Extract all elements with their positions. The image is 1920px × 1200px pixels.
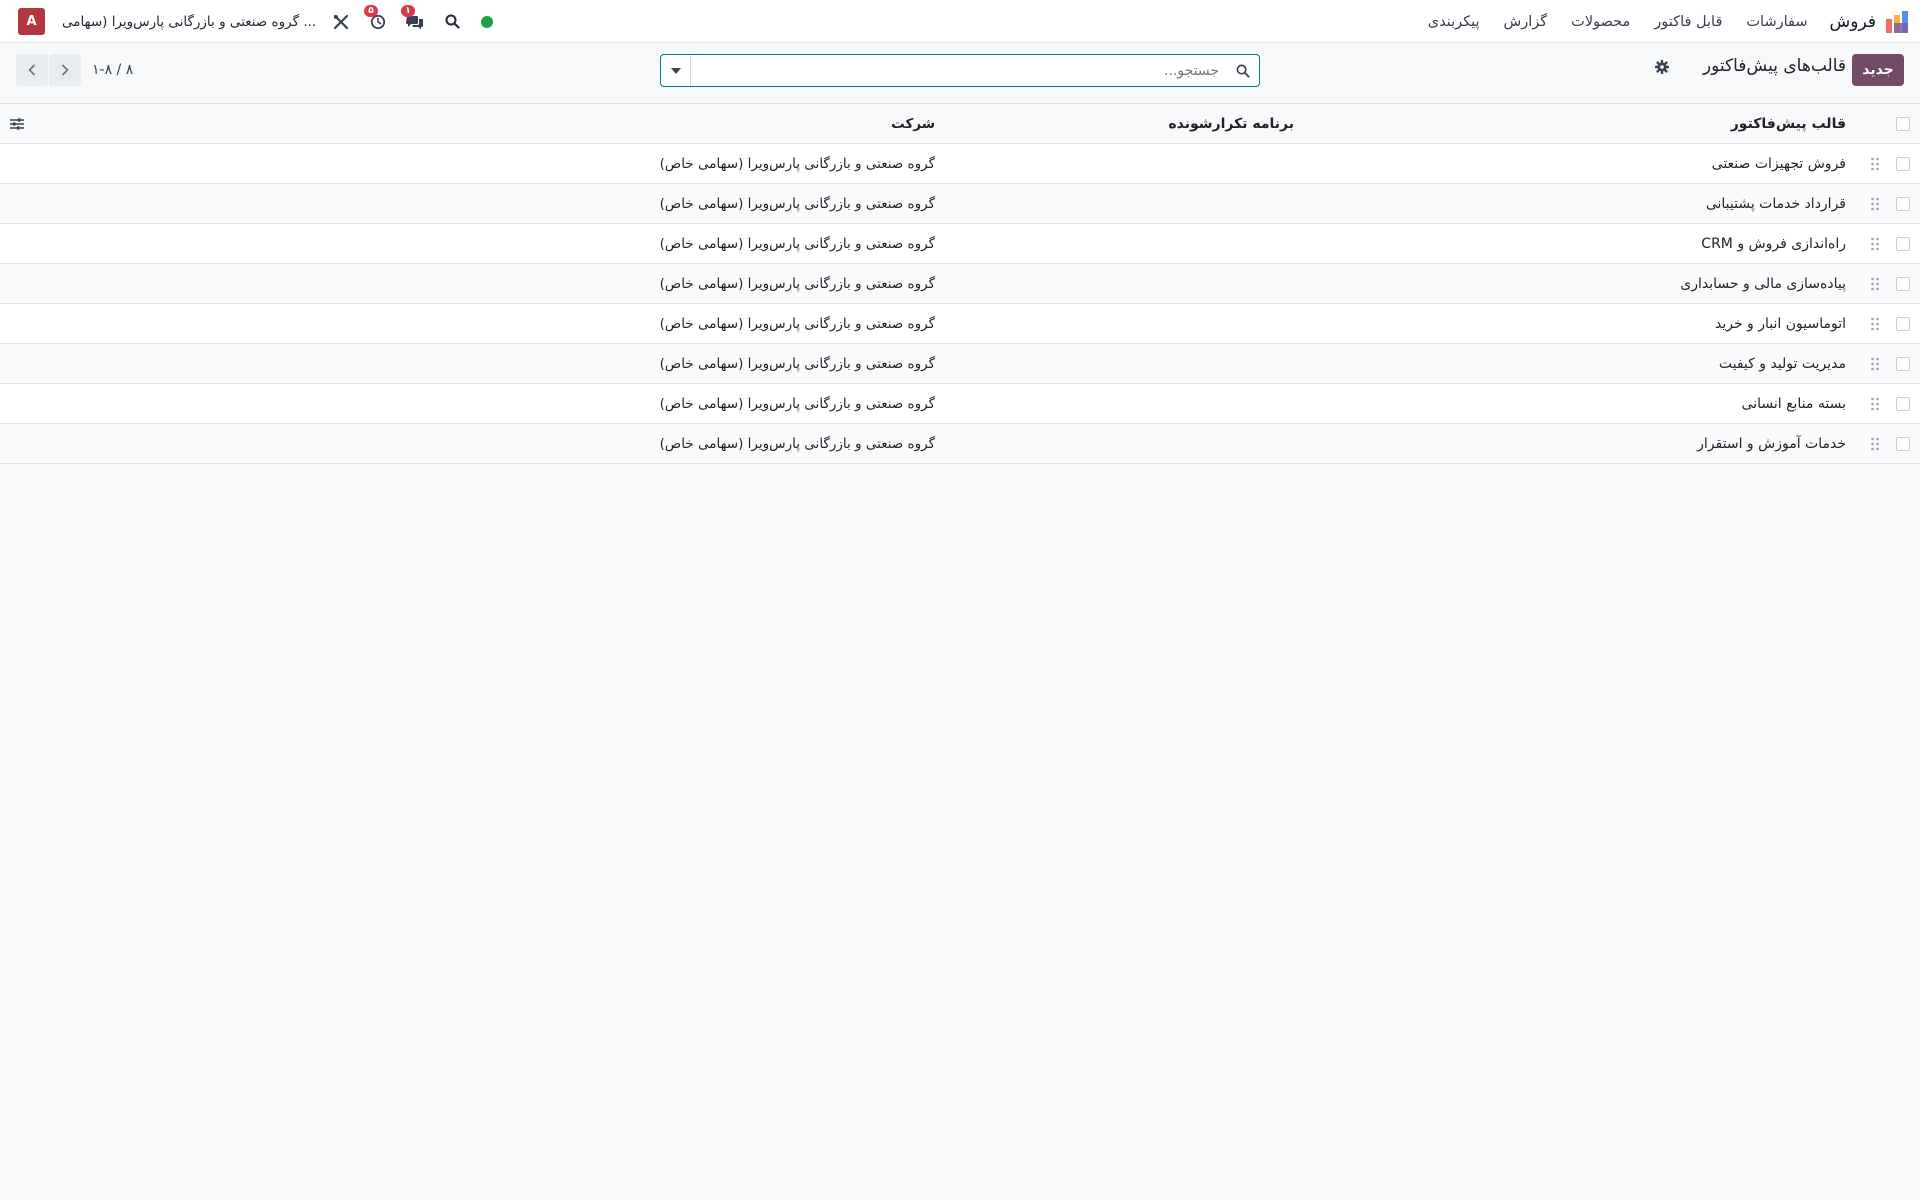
menu-configuration[interactable]: پیکربندی: [1428, 14, 1480, 30]
tools-icon[interactable]: [330, 11, 352, 33]
table-row[interactable]: مدیریت تولید و کیفیت گروه صنعتی و بازرگان…: [0, 344, 1920, 384]
row-checkbox[interactable]: [1896, 197, 1910, 211]
template-name-cell[interactable]: اتوماسیون انبار و خرید: [1715, 304, 1846, 344]
company-switcher[interactable]: گروه صنعتی و بازرگانی پارس‌ویرا (سهامی .…: [62, 14, 316, 30]
menu-orders[interactable]: سفارشات: [1746, 14, 1807, 30]
row-checkbox[interactable]: [1896, 157, 1910, 171]
template-name-cell[interactable]: فروش تجهیزات صنعتی: [1712, 144, 1846, 184]
quotation-templates-list: قالب پیش‌فاکتور برنامه تکرارشونده شرکت ف…: [0, 103, 1920, 464]
chevron-left-icon: [28, 64, 36, 76]
table-row[interactable]: راه‌اندازی فروش و CRM گروه صنعتی و بازرگا…: [0, 224, 1920, 264]
app-name[interactable]: فروش: [1830, 12, 1876, 32]
table-body: فروش تجهیزات صنعتی گروه صنعتی و بازرگانی …: [0, 144, 1920, 464]
table-row[interactable]: قرارداد خدمات پشتیبانی گروه صنعتی و بازرگ…: [0, 184, 1920, 224]
pager-previous-button[interactable]: [49, 54, 81, 86]
company-cell[interactable]: گروه صنعتی و بازرگانی پارس‌ویرا (سهامی خ…: [660, 144, 935, 184]
template-name-cell[interactable]: بسته منابع انسانی: [1742, 384, 1846, 424]
presence-status-icon: [481, 15, 494, 28]
search-icon[interactable]: [441, 11, 463, 33]
page-title: قالب‌های پیش‌فاکتور: [1702, 56, 1846, 76]
table-header-row: قالب پیش‌فاکتور برنامه تکرارشونده شرکت: [0, 104, 1920, 144]
drag-handle-icon[interactable]: [1870, 224, 1880, 264]
column-header-company[interactable]: شرکت: [891, 104, 935, 144]
drag-handle-icon[interactable]: [1870, 264, 1880, 304]
template-name-cell[interactable]: خدمات آموزش و استقرار: [1697, 424, 1846, 464]
top-navbar: فروش سفارشات قابل فاکتور محصولات گزارش پ…: [0, 0, 1920, 43]
row-checkbox[interactable]: [1896, 277, 1910, 291]
company-cell[interactable]: گروه صنعتی و بازرگانی پارس‌ویرا (سهامی خ…: [660, 384, 935, 424]
table-row[interactable]: بسته منابع انسانی گروه صنعتی و بازرگانی پ…: [0, 384, 1920, 424]
select-all-checkbox[interactable]: [1896, 117, 1910, 131]
pager-value[interactable]: ۱-۸ / ۸: [92, 62, 133, 78]
systray: A گروه صنعتی و بازرگانی پارس‌ویرا (سهامی…: [18, 0, 494, 43]
table-row[interactable]: خدمات آموزش و استقرار گروه صنعتی و بازرگا…: [0, 424, 1920, 464]
row-checkbox[interactable]: [1896, 397, 1910, 411]
optional-columns-sliders-icon[interactable]: [10, 104, 24, 144]
row-checkbox[interactable]: [1896, 317, 1910, 331]
template-name-cell[interactable]: مدیریت تولید و کیفیت: [1719, 344, 1846, 384]
drag-handle-icon[interactable]: [1870, 184, 1880, 224]
chevron-right-icon: [61, 64, 69, 76]
menu-reporting[interactable]: گزارش: [1504, 14, 1548, 30]
column-header-name[interactable]: قالب پیش‌فاکتور: [1731, 104, 1846, 144]
column-header-recurring-plan[interactable]: برنامه تکرارشونده: [1168, 104, 1294, 144]
activity-clock-icon[interactable]: ۵: [364, 4, 389, 33]
messages-badge: ۱: [401, 4, 415, 17]
template-name-cell[interactable]: پیاده‌سازی مالی و حسابداری: [1680, 264, 1846, 304]
drag-handle-icon[interactable]: [1870, 344, 1880, 384]
activity-badge: ۵: [364, 4, 378, 17]
pager: ۱-۸ / ۸: [16, 54, 133, 86]
company-cell[interactable]: گروه صنعتی و بازرگانی پارس‌ویرا (سهامی خ…: [660, 344, 935, 384]
drag-handle-icon[interactable]: [1870, 144, 1880, 184]
row-checkbox[interactable]: [1896, 237, 1910, 251]
table-row[interactable]: اتوماسیون انبار و خرید گروه صنعتی و بازرگ…: [0, 304, 1920, 344]
table-row[interactable]: پیاده‌سازی مالی و حسابداری گروه صنعتی و ب…: [0, 264, 1920, 304]
row-checkbox[interactable]: [1896, 357, 1910, 371]
main-menu: فروش سفارشات قابل فاکتور محصولات گزارش پ…: [1404, 0, 1910, 43]
company-cell[interactable]: گروه صنعتی و بازرگانی پارس‌ویرا (سهامی خ…: [660, 184, 935, 224]
user-avatar[interactable]: A: [18, 8, 45, 35]
search-input[interactable]: [691, 55, 1227, 86]
new-button[interactable]: جدید: [1852, 54, 1904, 86]
drag-handle-icon[interactable]: [1870, 424, 1880, 464]
caret-down-icon: [670, 67, 681, 74]
table-row[interactable]: فروش تجهیزات صنعتی گروه صنعتی و بازرگانی …: [0, 144, 1920, 184]
gear-icon[interactable]: [1655, 60, 1669, 74]
search-icon[interactable]: [1227, 55, 1259, 86]
template-name-cell[interactable]: قرارداد خدمات پشتیبانی: [1706, 184, 1846, 224]
menu-to-invoice[interactable]: قابل فاکتور: [1654, 14, 1722, 30]
search-filters-dropdown-toggle[interactable]: [661, 55, 691, 86]
drag-handle-icon[interactable]: [1870, 304, 1880, 344]
chat-icon[interactable]: ۱: [401, 4, 426, 33]
template-name-cell[interactable]: راه‌اندازی فروش و CRM: [1701, 224, 1846, 264]
menu-products[interactable]: محصولات: [1571, 14, 1630, 30]
search-bar: [660, 54, 1260, 87]
company-cell[interactable]: گروه صنعتی و بازرگانی پارس‌ویرا (سهامی خ…: [660, 304, 935, 344]
company-cell[interactable]: گروه صنعتی و بازرگانی پارس‌ویرا (سهامی خ…: [660, 224, 935, 264]
company-cell[interactable]: گروه صنعتی و بازرگانی پارس‌ویرا (سهامی خ…: [660, 264, 935, 304]
company-cell[interactable]: گروه صنعتی و بازرگانی پارس‌ویرا (سهامی خ…: [660, 424, 935, 464]
row-checkbox[interactable]: [1896, 437, 1910, 451]
drag-handle-icon[interactable]: [1870, 384, 1880, 424]
pager-next-button[interactable]: [16, 54, 48, 86]
sales-app-icon[interactable]: [1884, 9, 1910, 35]
